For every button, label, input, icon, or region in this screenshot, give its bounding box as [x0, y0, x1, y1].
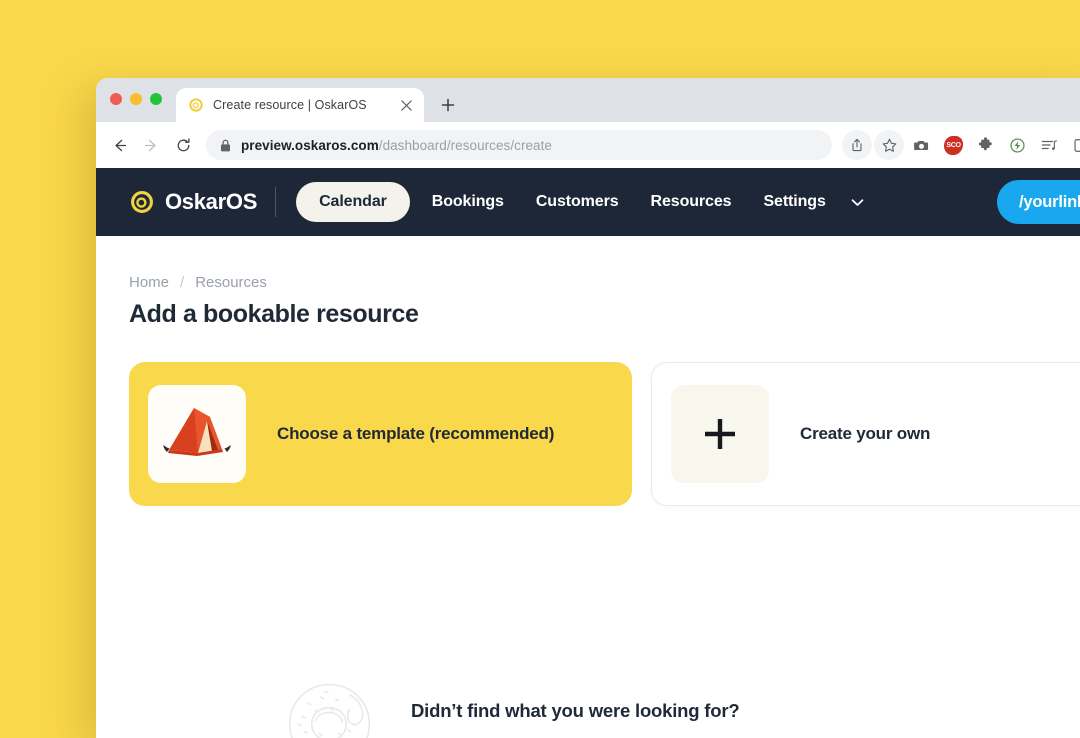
navbar-links: Calendar Bookings Customers Resources Se…	[296, 182, 997, 222]
donut-line-art-icon	[288, 683, 371, 738]
browser-tab-title: Create resource | OskarOS	[213, 98, 367, 112]
window-minimize-button[interactable]	[130, 93, 142, 105]
window-close-button[interactable]	[110, 93, 122, 105]
new-tab-button[interactable]	[434, 91, 462, 119]
footer-prompt: Didn’t find what you were looking for?	[281, 676, 740, 738]
sco-badge-label: SCO	[942, 135, 964, 155]
address-bar-host: preview.oskaros.com	[241, 137, 379, 153]
create-your-own-card[interactable]: Create your own	[651, 362, 1080, 506]
browser-toolbar-icons: SCO	[842, 130, 1080, 160]
breadcrumb-resources[interactable]: Resources	[195, 274, 267, 291]
chevron-down-icon[interactable]	[844, 193, 871, 212]
breadcrumb-home[interactable]: Home	[129, 274, 169, 291]
puzzle-extension-icon[interactable]	[970, 130, 1000, 160]
app-navbar: OskarOS Calendar Bookings Customers Reso…	[96, 168, 1080, 236]
page-content: Home / Resources Add a bookable resource	[96, 236, 1080, 738]
window-zoom-button[interactable]	[150, 93, 162, 105]
camera-icon[interactable]	[906, 130, 936, 160]
sidebar-panel-icon[interactable]	[1066, 130, 1080, 160]
browser-toolbar: preview.oskaros.com/dashboard/resources/…	[96, 122, 1080, 168]
yourlink-button[interactable]: /yourlink	[997, 180, 1080, 224]
window-traffic-lights	[110, 78, 162, 122]
oskaros-ring-icon	[189, 98, 203, 112]
close-icon[interactable]	[398, 97, 414, 113]
create-your-own-label: Create your own	[800, 424, 931, 443]
address-bar-url: preview.oskaros.com/dashboard/resources/…	[241, 138, 552, 153]
page-viewport: OskarOS Calendar Bookings Customers Reso…	[96, 168, 1080, 738]
choose-template-card[interactable]: Choose a template (recommended)	[129, 362, 632, 506]
brand-logo[interactable]: OskarOS	[129, 189, 257, 215]
create-own-thumbnail	[671, 385, 769, 483]
yourlink-label: /yourlink	[1019, 192, 1080, 211]
navbar-divider	[275, 187, 277, 217]
forward-button[interactable]	[136, 130, 166, 160]
oskaros-ring-icon	[131, 191, 153, 213]
nav-item-settings[interactable]: Settings	[747, 193, 841, 211]
page-title: Add a bookable resource	[129, 300, 419, 328]
reload-button[interactable]	[168, 130, 198, 160]
breadcrumb: Home / Resources	[129, 274, 1080, 291]
nav-item-calendar[interactable]: Calendar	[296, 182, 410, 222]
browser-tab[interactable]: Create resource | OskarOS	[176, 88, 424, 122]
media-list-icon[interactable]	[1034, 130, 1064, 160]
address-bar[interactable]: preview.oskaros.com/dashboard/resources/…	[206, 130, 832, 160]
browser-tab-strip: Create resource | OskarOS	[96, 78, 1080, 122]
nav-item-customers[interactable]: Customers	[520, 193, 635, 211]
browser-window: Create resource | OskarOS preview.oskaro…	[96, 78, 1080, 738]
lock-icon	[221, 139, 230, 151]
template-thumbnail	[148, 385, 246, 483]
choose-template-label: Choose a template (recommended)	[277, 424, 555, 443]
brand-name: OskarOS	[165, 189, 258, 214]
address-bar-path: /dashboard/resources/create	[378, 137, 552, 153]
breadcrumb-separator: /	[180, 274, 185, 291]
resource-option-cards: Choose a template (recommended) Create y…	[129, 362, 1080, 506]
back-button[interactable]	[104, 130, 134, 160]
tent-icon	[163, 408, 231, 456]
nav-item-resources[interactable]: Resources	[635, 193, 748, 211]
nav-item-bookings[interactable]: Bookings	[416, 193, 520, 211]
footer-prompt-text: Didn’t find what you were looking for?	[411, 700, 740, 721]
share-icon[interactable]	[842, 130, 872, 160]
plus-icon	[705, 419, 735, 449]
bookmark-star-icon[interactable]	[874, 130, 904, 160]
sco-extension-icon[interactable]: SCO	[938, 130, 968, 160]
speed-leaf-icon[interactable]	[1002, 130, 1032, 160]
